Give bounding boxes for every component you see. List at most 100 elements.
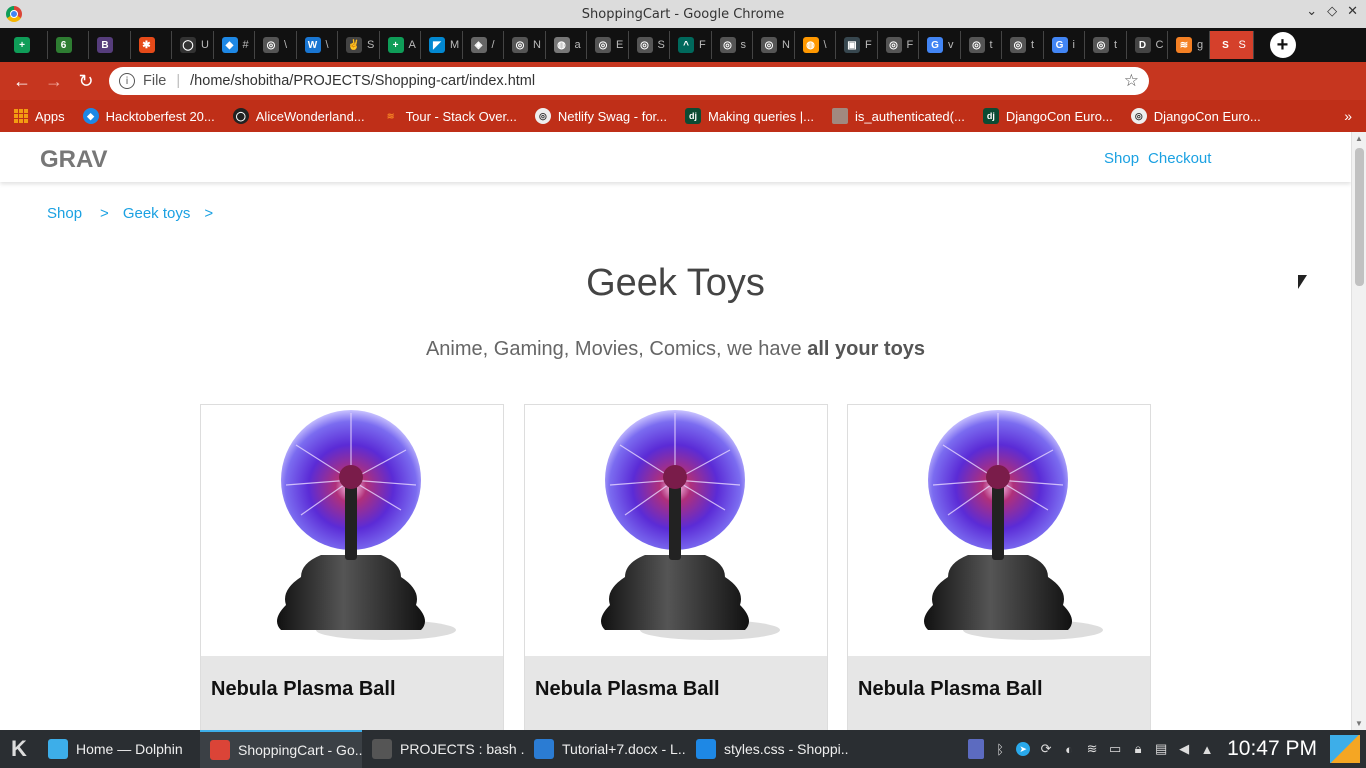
maximize-icon[interactable]: ◇ [1327,4,1337,19]
product-image[interactable] [848,405,1150,655]
globe-icon: ◎ [534,108,551,124]
product-card[interactable]: Nebula Plasma Ball [847,404,1151,730]
browser-tab[interactable]: ◎ E [587,31,629,59]
browser-tab[interactable]: ✱ [131,31,172,59]
browser-tab[interactable]: ◈ / [463,31,504,59]
browser-tab[interactable]: Gi [1044,31,1085,59]
browser-tab[interactable]: ◎ t [1085,31,1127,59]
taskbar-task[interactable]: ShoppingCart - Go... [200,730,362,768]
browser-tab[interactable]: ◎ S [629,31,670,59]
nav-link-checkout[interactable]: Checkout [1148,150,1211,167]
telegram-icon[interactable]: ➤ [1016,742,1031,756]
reload-button[interactable]: ↻ [70,71,102,92]
product-name[interactable]: Nebula Plasma Ball [858,678,1140,701]
browser-tab[interactable]: ◍ \ [795,31,836,59]
browser-tab[interactable]: ^ F [670,31,712,59]
browser-tab[interactable]: + [6,31,48,59]
nav-link-shop[interactable]: Shop [1104,150,1139,167]
product-card[interactable]: Nebula Plasma Ball [200,404,504,730]
update-icon[interactable]: ⟳ [1039,741,1053,756]
scroll-down-icon[interactable]: ▼ [1355,719,1363,728]
product-name[interactable]: Nebula Plasma Ball [535,678,817,701]
bookmark-item[interactable]: is_authenticated(... [831,108,965,124]
close-icon[interactable]: ✕ [1347,4,1358,19]
breadcrumb-geek-toys[interactable]: Geek toys [123,205,191,222]
browser-tab[interactable]: ◯ U [172,31,214,59]
scroll-up-icon[interactable]: ▲ [1355,134,1363,143]
tab-title: F [906,39,914,51]
browser-tab[interactable]: ✌ S [338,31,380,59]
browser-tab[interactable]: ≋ g [1168,31,1210,59]
bookmarks-overflow-icon[interactable]: » [1344,108,1352,124]
site-info-icon[interactable]: i [119,73,135,89]
browser-tab[interactable]: ◎ F [878,31,919,59]
browser-tab[interactable]: ▣ F [836,31,878,59]
taskbar-task[interactable]: PROJECTS : bash ... [362,730,524,768]
wifi-icon[interactable]: ≋ [1085,741,1099,756]
bookmark-item[interactable]: ◎ DjangoCon Euro... [1130,108,1261,124]
file-label: File [143,73,167,89]
bookmark-item[interactable]: Apps [14,109,65,124]
bookmark-item[interactable]: dj DjangoCon Euro... [982,108,1113,124]
browser-tab[interactable]: SS✕ [1209,31,1254,59]
page-scrollbar[interactable]: ▲ ▼ [1351,132,1366,730]
tab-title: a [574,39,581,51]
bookmark-item[interactable]: ◆ Hacktoberfest 20... [82,108,215,124]
site-brand[interactable]: GRAV [40,146,108,174]
tab-title: t [989,39,993,51]
taskbar-task[interactable]: Home — Dolphin [38,730,200,768]
bookmark-item[interactable]: ◯ AliceWonderland... [232,108,365,124]
product-card[interactable]: Nebula Plasma Ball [524,404,828,730]
browser-tab[interactable]: 6 [48,31,89,59]
browser-tab[interactable]: ◎ t [1002,31,1044,59]
back-button[interactable]: ← [6,71,38,92]
product-image[interactable] [525,405,827,655]
bookmark-item[interactable]: ◎ Netlify Swag - for... [534,108,667,124]
browser-tab[interactable]: ◎ s [712,31,753,59]
browser-tab[interactable]: ◎ N [753,31,795,59]
volume-muted-icon[interactable]: ◀ [1177,741,1191,756]
browser-tab[interactable]: Gv [919,31,961,59]
page-subtitle: Anime, Gaming, Movies, Comics, we have a… [0,338,1351,361]
address-bar[interactable]: i File | /home/shobitha/PROJECTS/Shoppin… [109,67,1149,95]
bookmark-star-icon[interactable]: ☆ [1124,71,1139,91]
browser-tab[interactable]: B [89,31,131,59]
minimize-icon[interactable]: ⌄ [1306,4,1317,19]
clipboard-icon[interactable]: ▤ [1154,741,1168,756]
browser-tab[interactable]: W \ [297,31,338,59]
browser-tab[interactable]: DC [1127,31,1168,59]
browser-tab[interactable]: ◍ a [546,31,587,59]
bookmark-label: DjangoCon Euro... [1005,108,1113,124]
browser-tab[interactable]: ◎ \ [255,31,297,59]
forward-button[interactable]: → [38,71,70,92]
taskbar-task[interactable]: styles.css - Shoppi... [686,730,848,768]
browser-tab[interactable]: ◎ N [504,31,546,59]
tray-expand-icon[interactable]: ▲ [1200,742,1214,757]
bluetooth-icon[interactable]: ᛒ [993,742,1007,757]
bookmark-item[interactable]: dj Making queries |... [685,108,814,124]
plasma-ball-image [924,410,1103,640]
taskbar-task[interactable]: Tutorial+7.docx - L... [524,730,686,768]
battery-icon[interactable]: ▭ [1108,741,1122,756]
bookmark-label: Netlify Swag - for... [557,108,667,124]
kde-launcher-icon[interactable]: K [0,736,38,762]
lock-icon[interactable]: 🔒︎ [1131,741,1145,756]
show-desktop-icon[interactable] [1330,735,1360,763]
tab-favicon-icon: B [97,37,113,53]
browser-tab[interactable]: ◎ t [961,31,1002,59]
browser-tab[interactable]: ◤ M [421,31,463,59]
browser-tab[interactable]: ◆ # [214,31,255,59]
vpn-icon[interactable]: ◐ [1062,742,1076,757]
new-tab-button[interactable]: + [1269,32,1296,58]
tab-favicon-icon: ▣ [844,37,860,53]
scrollbar-thumb[interactable] [1355,148,1364,286]
clock[interactable]: 10:47 PM [1227,737,1317,761]
breadcrumb-shop[interactable]: Shop [47,205,82,222]
url-text[interactable]: /home/shobitha/PROJECTS/Shopping-cart/in… [190,73,535,89]
tab-favicon-icon: 6 [55,37,72,53]
bookmark-item[interactable]: ≋ Tour - Stack Over... [383,108,517,124]
notes-icon[interactable] [968,739,985,759]
product-name[interactable]: Nebula Plasma Ball [211,678,493,701]
product-image[interactable] [201,405,503,655]
browser-tab[interactable]: + A [380,31,421,59]
